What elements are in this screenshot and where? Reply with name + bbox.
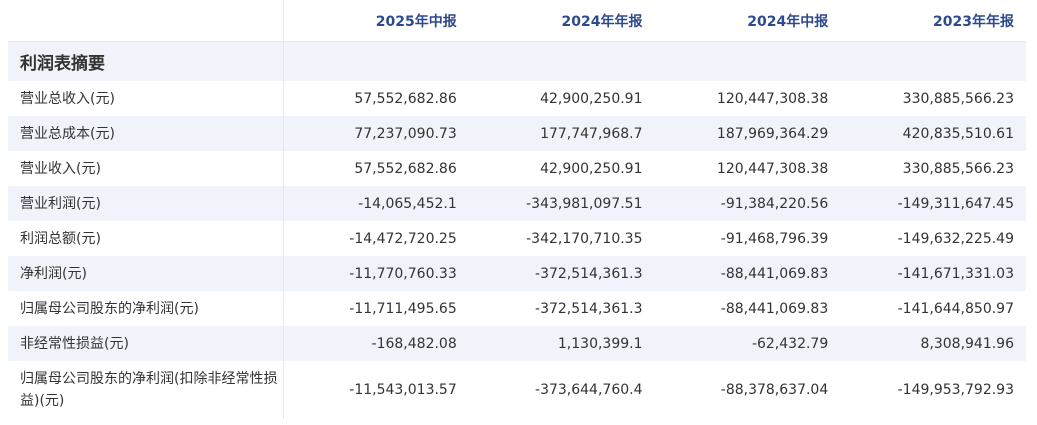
row-value: -88,378,637.04	[720, 382, 829, 398]
row-value: -372,514,361.3	[535, 300, 643, 317]
table-row: 归属母公司股东的净利润(扣除非经常性损益)(元) -11,543,013.57 …	[8, 361, 1026, 419]
row-label: 净利润(元)	[8, 256, 284, 291]
row-value: -91,468,796.39	[720, 230, 829, 247]
row-label: 营业总成本(元)	[8, 116, 284, 151]
row-value: 57,552,682.86	[354, 160, 457, 177]
row-label: 营业利润(元)	[8, 186, 284, 221]
row-value: 330,885,566.23	[902, 160, 1014, 177]
row-label: 营业总收入(元)	[8, 81, 284, 116]
table-row: 营业利润(元) -14,065,452.1 -343,981,097.51 -9…	[8, 186, 1026, 221]
row-value: 187,969,364.29	[654, 116, 841, 151]
row-value: -342,170,710.35	[526, 230, 643, 247]
row-label: 非经常性损益(元)	[8, 326, 284, 361]
row-value: 1,130,399.1	[468, 326, 655, 361]
row-value: 330,885,566.23	[902, 90, 1014, 107]
row-value: -149,311,647.45	[840, 186, 1026, 221]
section-title: 利润表摘要	[8, 41, 284, 81]
table-row: 利润总额(元) -14,472,720.25 -342,170,710.35 -…	[8, 221, 1026, 256]
row-value: 177,747,968.7	[468, 116, 655, 151]
row-value: 8,308,941.96	[840, 326, 1026, 361]
row-value: -11,770,760.33	[283, 256, 469, 291]
row-value: -11,711,495.65	[349, 300, 457, 317]
row-label: 归属母公司股东的净利润(元)	[8, 291, 284, 326]
row-value: -14,065,452.1	[283, 186, 469, 221]
header-period-3[interactable]: 2024年中报	[654, 0, 841, 42]
table-row: 营业总成本(元) 77,237,090.73 177,747,968.7 187…	[8, 116, 1026, 151]
header-period-2[interactable]: 2024年年报	[468, 0, 655, 42]
row-value: -14,472,720.25	[349, 230, 457, 247]
row-value: -62,432.79	[654, 326, 841, 361]
table-header-row: 2025年中报 2024年年报 2024年中报 2023年年报	[8, 0, 1026, 42]
header-period-1[interactable]: 2025年中报	[283, 0, 469, 42]
row-value: -11,543,013.57	[349, 382, 457, 398]
table-row: 净利润(元) -11,770,760.33 -372,514,361.3 -88…	[8, 256, 1026, 291]
table-row: 归属母公司股东的净利润(元) -11,711,495.65 -372,514,3…	[8, 291, 1026, 326]
section-header-row: 利润表摘要	[8, 41, 1026, 81]
row-value: -141,671,331.03	[840, 256, 1026, 291]
table-row: 营业总收入(元) 57,552,682.86 42,900,250.91 120…	[8, 81, 1026, 116]
row-value: -88,441,069.83	[720, 300, 829, 317]
row-value: 77,237,090.73	[283, 116, 469, 151]
row-value: 120,447,308.38	[716, 160, 829, 177]
section-filler	[840, 41, 1026, 81]
row-value: -372,514,361.3	[468, 256, 655, 291]
section-filler	[283, 41, 469, 81]
row-value: 120,447,308.38	[716, 90, 829, 107]
table-row: 营业收入(元) 57,552,682.86 42,900,250.91 120,…	[8, 151, 1026, 186]
row-value: 420,835,510.61	[840, 116, 1026, 151]
row-value: -88,441,069.83	[654, 256, 841, 291]
row-value: -149,953,792.93	[897, 382, 1014, 398]
row-value: -149,632,225.49	[897, 230, 1014, 247]
row-value: -91,384,220.56	[654, 186, 841, 221]
income-statement-table: 2025年中报 2024年年报 2024年中报 2023年年报 利润表摘要 营业…	[8, 0, 1026, 419]
row-value: -141,644,850.97	[897, 300, 1014, 317]
table-row: 非经常性损益(元) -168,482.08 1,130,399.1 -62,43…	[8, 326, 1026, 361]
row-value: 57,552,682.86	[354, 90, 457, 107]
row-label: 归属母公司股东的净利润(扣除非经常性损益)(元)	[8, 361, 284, 419]
header-period-4[interactable]: 2023年年报	[840, 0, 1026, 42]
section-filler	[654, 41, 841, 81]
section-filler	[468, 41, 655, 81]
row-value: -373,644,760.4	[535, 382, 643, 398]
header-label-col	[8, 0, 284, 42]
row-value: 42,900,250.91	[540, 90, 643, 107]
row-value: -168,482.08	[283, 326, 469, 361]
financial-summary: 2025年中报 2024年年报 2024年中报 2023年年报 利润表摘要 营业…	[0, 0, 1037, 425]
row-label: 利润总额(元)	[8, 221, 284, 256]
row-value: 42,900,250.91	[540, 160, 643, 177]
row-value: -343,981,097.51	[468, 186, 655, 221]
row-label: 营业收入(元)	[8, 151, 284, 186]
